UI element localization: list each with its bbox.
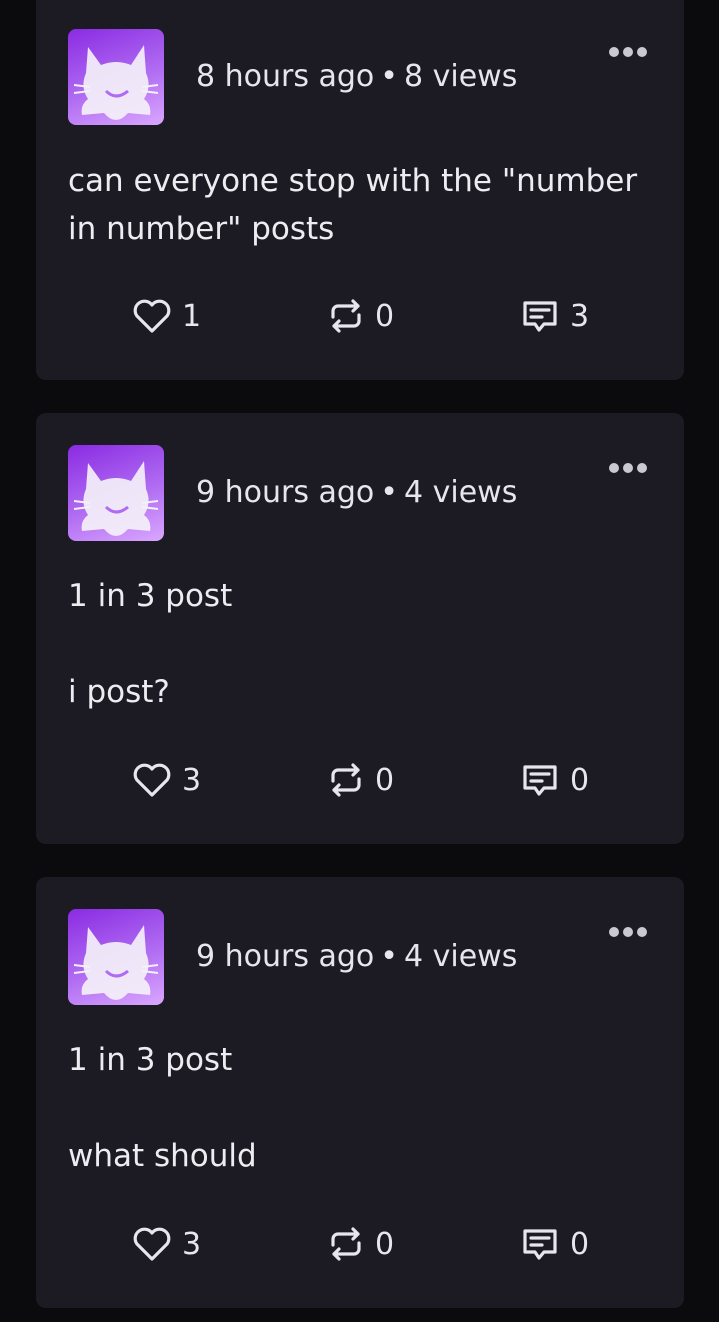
post-text: 1 in 3 post bbox=[68, 1042, 233, 1078]
post-views: 8 views bbox=[404, 59, 518, 94]
more-dots-icon bbox=[609, 927, 619, 937]
cat-avatar-icon bbox=[73, 461, 159, 536]
heart-icon bbox=[133, 299, 171, 333]
cat-avatar-icon bbox=[73, 45, 159, 120]
post-time: 9 hours ago bbox=[196, 939, 375, 974]
post-text: what should bbox=[68, 1138, 257, 1174]
more-options-button[interactable] bbox=[598, 463, 658, 499]
post-text: 1 in 3 post bbox=[68, 578, 233, 614]
post-meta: 9 hours ago • 4 views bbox=[196, 475, 517, 511]
like-count: 3 bbox=[182, 762, 202, 798]
post-body: can everyone stop with the "number in nu… bbox=[68, 157, 658, 253]
like-button[interactable]: 3 bbox=[132, 758, 201, 802]
repost-count: 0 bbox=[375, 762, 395, 798]
post-text: i post? bbox=[68, 674, 170, 710]
reply-button[interactable]: 0 bbox=[520, 758, 589, 802]
post-meta: 9 hours ago • 4 views bbox=[196, 939, 517, 975]
like-button[interactable]: 1 bbox=[132, 294, 201, 338]
repost-icon bbox=[331, 299, 361, 333]
comment-icon bbox=[523, 1229, 557, 1260]
repost-icon bbox=[331, 763, 361, 797]
post-actions: 3 0 0 bbox=[36, 758, 684, 802]
post-actions: 1 0 3 bbox=[36, 294, 684, 338]
meta-separator: • bbox=[380, 59, 398, 94]
cat-avatar-icon bbox=[73, 925, 159, 1000]
more-dots-icon bbox=[609, 47, 619, 57]
post-actions: 3 0 0 bbox=[36, 1222, 684, 1266]
comment-icon bbox=[523, 301, 557, 332]
post-body: 1 in 3 post i post? bbox=[68, 572, 658, 716]
like-button[interactable]: 3 bbox=[132, 1222, 201, 1266]
post-views: 4 views bbox=[404, 939, 518, 974]
post-views: 4 views bbox=[404, 475, 518, 510]
comment-icon bbox=[523, 765, 557, 796]
post-time: 9 hours ago bbox=[196, 475, 375, 510]
reply-button[interactable]: 0 bbox=[520, 1222, 589, 1266]
repost-count: 0 bbox=[375, 1226, 395, 1262]
repost-count: 0 bbox=[375, 298, 395, 334]
post-time: 8 hours ago bbox=[196, 59, 375, 94]
meta-separator: • bbox=[380, 475, 398, 510]
post-feed: 8 hours ago • 8 views can everyone stop wi… bbox=[0, 0, 719, 1322]
post-header: 9 hours ago • 4 views bbox=[68, 909, 658, 1005]
repost-button[interactable]: 0 bbox=[327, 758, 394, 802]
avatar[interactable] bbox=[68, 445, 164, 541]
reply-count: 0 bbox=[570, 1226, 590, 1262]
repost-button[interactable]: 0 bbox=[327, 1222, 394, 1266]
post-header: 8 hours ago • 8 views bbox=[68, 29, 658, 125]
reply-count: 3 bbox=[570, 298, 590, 334]
repost-button[interactable]: 0 bbox=[327, 294, 394, 338]
reply-button[interactable]: 3 bbox=[520, 294, 589, 338]
like-count: 1 bbox=[182, 298, 202, 334]
repost-icon bbox=[331, 1227, 361, 1261]
avatar[interactable] bbox=[68, 29, 164, 125]
heart-icon bbox=[133, 763, 171, 797]
heart-icon bbox=[133, 1227, 171, 1261]
post-text: can everyone stop with the "number in nu… bbox=[68, 163, 638, 247]
meta-separator: • bbox=[380, 939, 398, 974]
post-meta: 8 hours ago • 8 views bbox=[196, 59, 517, 95]
post-body: 1 in 3 post what should bbox=[68, 1036, 658, 1180]
post-card[interactable]: 9 hours ago • 4 views 1 in 3 post i post? … bbox=[36, 413, 684, 844]
post-header: 9 hours ago • 4 views bbox=[68, 445, 658, 541]
reply-count: 0 bbox=[570, 762, 590, 798]
like-count: 3 bbox=[182, 1226, 202, 1262]
avatar[interactable] bbox=[68, 909, 164, 1005]
post-card[interactable]: 8 hours ago • 8 views can everyone stop wi… bbox=[36, 0, 684, 380]
more-options-button[interactable] bbox=[598, 47, 658, 83]
post-card[interactable]: 9 hours ago • 4 views 1 in 3 post what sho… bbox=[36, 877, 684, 1308]
more-dots-icon bbox=[609, 463, 619, 473]
more-options-button[interactable] bbox=[598, 927, 658, 963]
